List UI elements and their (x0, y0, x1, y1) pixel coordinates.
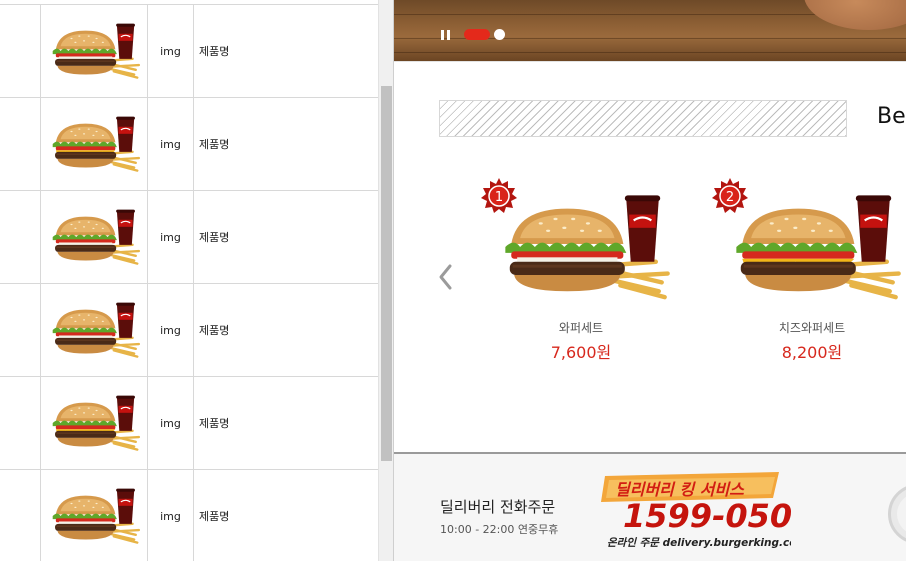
row-img-label: img (148, 470, 194, 561)
main-content: Bes 1 (393, 0, 906, 561)
burger-meal-image (52, 302, 141, 358)
row-product-name: 제품명 (199, 45, 230, 58)
burger-meal-image (52, 116, 141, 172)
row-checkbox-cell (0, 470, 41, 561)
table-row[interactable]: img 제품명 (0, 98, 378, 191)
delivery-king-logo[interactable]: 딜리버리 킹 서비스 1599-0505 온라인 주문 delivery.bur… (601, 472, 791, 554)
burger-set-image (505, 195, 670, 300)
burger-set-image (736, 195, 901, 300)
burger-meal-image (52, 23, 141, 79)
row-img-label: img (148, 377, 194, 469)
row-image-cell (41, 284, 148, 376)
slide-indicator[interactable] (494, 29, 505, 40)
product-thumbnail (48, 205, 142, 269)
table-row[interactable]: img 제품명 (0, 377, 378, 470)
row-image-cell (41, 191, 148, 283)
burger-meal-image (52, 209, 141, 265)
pause-icon[interactable] (441, 30, 451, 40)
row-checkbox-cell (0, 98, 41, 190)
product-thumbnail (48, 298, 142, 362)
row-image-cell (41, 470, 148, 561)
row-checkbox-cell (0, 5, 41, 97)
product-thumbnail (48, 112, 142, 176)
row-checkbox-cell (0, 377, 41, 469)
row-image-cell (41, 5, 148, 97)
row-img-label: img (148, 191, 194, 283)
product-price: 7,600원 (550, 343, 612, 362)
product-table: img 제품명 img 제품명 img 제품명 img 제품명 img 제품명 … (0, 0, 378, 561)
table-row[interactable]: img 제품명 (0, 284, 378, 377)
row-product-name: 제품명 (199, 138, 230, 151)
row-img-label: img (148, 284, 194, 376)
row-image-cell (41, 98, 148, 190)
row-checkbox-cell (0, 191, 41, 283)
section-title-decoration (439, 100, 847, 137)
table-row[interactable]: img 제품명 (0, 191, 378, 284)
product-image (495, 188, 675, 306)
row-product-name: 제품명 (199, 324, 230, 337)
scrollbar-thumb[interactable] (381, 86, 392, 461)
product-name: 치즈와퍼세트 (778, 321, 846, 335)
row-img-label: img (148, 98, 194, 190)
row-image-cell (41, 377, 148, 469)
row-img-label: img (148, 5, 194, 97)
row-product-name: 제품명 (199, 510, 230, 523)
burger-meal-image (52, 488, 141, 544)
table-row[interactable]: img 제품명 (0, 5, 378, 98)
vertical-scrollbar[interactable] (378, 0, 393, 561)
product-thumbnail (48, 19, 142, 83)
best-product-card[interactable]: 2 치즈와퍼세트 8,200원 (712, 178, 906, 368)
product-image (726, 188, 906, 306)
table-row[interactable]: img 제품명 (0, 470, 378, 561)
banner-wood-grain (394, 52, 906, 53)
delivery-title: 딜리버리 전화주문 (440, 498, 556, 516)
banner-food-image (804, 0, 906, 30)
row-checkbox-cell (0, 284, 41, 376)
product-thumbnail (48, 391, 142, 455)
scroll-top-button[interactable] (888, 484, 906, 544)
best-product-card[interactable]: 1 와퍼세트 7,600원 (481, 178, 681, 368)
hero-banner (394, 0, 906, 61)
delivery-hours: 10:00 - 22:00 연중무휴 (440, 523, 559, 536)
product-thumbnail (48, 484, 142, 548)
banner-divider (394, 61, 906, 62)
row-product-name: 제품명 (199, 231, 230, 244)
best-section-title: Bes (877, 104, 906, 129)
delivery-footer: 딜리버리 전화주문 10:00 - 22:00 연중무휴 딜리버리 킹 서비스 … (394, 454, 906, 561)
row-product-name: 제품명 (199, 417, 230, 430)
burger-meal-image (52, 395, 141, 451)
svg-text:1599-0505: 1599-0505 (623, 497, 791, 535)
svg-text:온라인 주문 delivery.burgerking.co.: 온라인 주문 delivery.burgerking.co.kr (607, 537, 791, 549)
carousel-prev-icon[interactable] (436, 262, 458, 292)
slide-indicator-active[interactable] (464, 29, 490, 40)
product-price: 8,200원 (781, 343, 843, 362)
product-name: 와퍼세트 (558, 321, 604, 335)
